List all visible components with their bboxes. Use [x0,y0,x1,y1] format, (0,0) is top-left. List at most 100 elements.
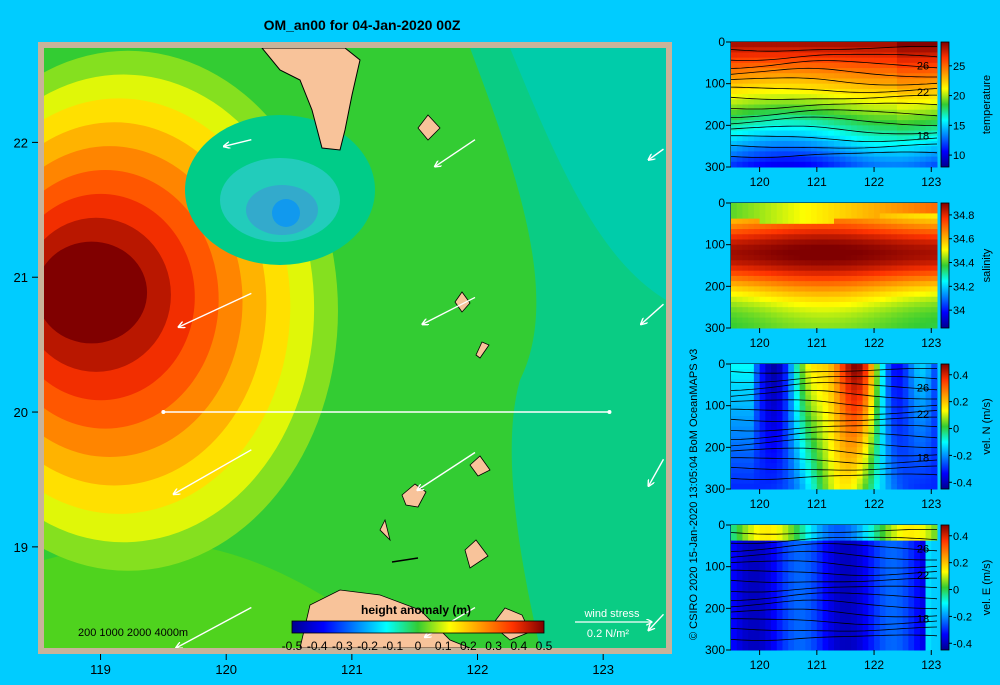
panel-cell [782,296,789,303]
panel-cell [839,644,846,651]
panel-cell [885,566,892,573]
panel-cell [805,613,812,620]
panel-cell [742,634,749,641]
panel-cell [771,249,778,256]
panel-cell [919,312,927,319]
panel-cell [805,161,812,168]
panel-cell [891,317,898,324]
panel-cell [822,364,829,370]
colorbar-tick-label: 0 [415,639,422,653]
panel-cell [805,249,812,256]
panel-cell [908,540,915,547]
panel-cell [856,629,864,635]
panel-cell [839,603,846,609]
panel-cell [868,468,875,474]
panel-cell [919,369,927,375]
panel-cell [776,99,783,105]
panel-cell [822,156,829,163]
panel-cell [811,629,818,635]
panel-cell [902,416,909,422]
panel-cell [856,374,864,381]
panel-cell [782,312,789,319]
colorbar-title: height anomaly (m) [361,603,471,617]
panel-cell [753,213,761,220]
panel-cell [776,525,783,531]
panel-cell [891,114,898,121]
panel-cell [868,78,875,85]
panel-cell [868,447,875,454]
panel-xtick-label: 123 [921,497,941,511]
panel-cell [765,317,772,324]
panel-cell [776,468,783,474]
panel-cell [925,109,932,116]
panel-cell [805,291,812,298]
panel-cell [771,291,778,298]
panel-cell [879,426,886,433]
panel-cell [879,364,886,370]
colorbar-tick-label: 0.1 [435,639,452,653]
panel-cell [885,540,892,547]
panel-cell [839,405,846,412]
panel-cell [828,270,835,277]
panel-cell [891,551,898,557]
panel-cell [885,286,892,293]
panel-cell [793,384,801,391]
panel-cell [908,57,915,64]
panel-cell [788,146,795,152]
panel-cell [811,468,818,474]
panel-cell [874,109,881,116]
panel-cell [839,384,846,391]
panel-cell [856,104,864,111]
panel-cell [822,265,829,272]
panel-cell [879,156,886,163]
panel-cell [891,249,898,256]
panel-cell [874,364,881,370]
panel-cell [811,161,818,168]
panel-cell [811,322,818,329]
panel-cell [799,234,806,240]
panel-cell [851,379,858,386]
panel-cell [759,135,766,142]
panel-cell [885,618,892,625]
panel-cell [822,322,829,329]
panel-cell [868,281,875,287]
panel-cell [839,613,846,620]
panel-cell [805,623,812,630]
panel-cell [856,286,864,293]
panel-cell [765,47,772,53]
panel-cell [891,442,898,448]
panel-cell [782,483,789,490]
panel-cell [914,42,921,48]
panel-cell [765,312,772,319]
panel-cell [742,296,749,303]
panel-cell [799,623,806,630]
panel-cell [793,78,801,85]
panel-cell [765,400,772,407]
panel-cell [919,229,927,235]
panel-cell [885,104,892,111]
panel-cell [788,613,795,620]
panel-cell [931,639,938,646]
panel-cell [834,566,841,573]
panel-cell [908,530,915,536]
panel-ytick-label: 200 [705,279,725,293]
panel-cell [885,582,892,588]
panel-cell [856,556,864,562]
panel-cell [845,244,852,251]
panel-cell [896,301,904,308]
panel-cell [868,597,875,604]
panel-cell [931,374,938,381]
panel-cell [874,457,881,464]
panel-cell [902,582,909,588]
panel-cell [896,421,904,427]
panel-cell [748,566,755,573]
panel-cell [799,483,806,490]
panel-cell [811,421,818,427]
panel-cell [851,473,858,480]
panel-cell [828,146,835,152]
panel-cell [753,634,761,641]
panel-cell [816,275,824,282]
panel-cell [788,244,795,251]
panel-cell [748,473,755,480]
panel-cell [902,447,909,454]
